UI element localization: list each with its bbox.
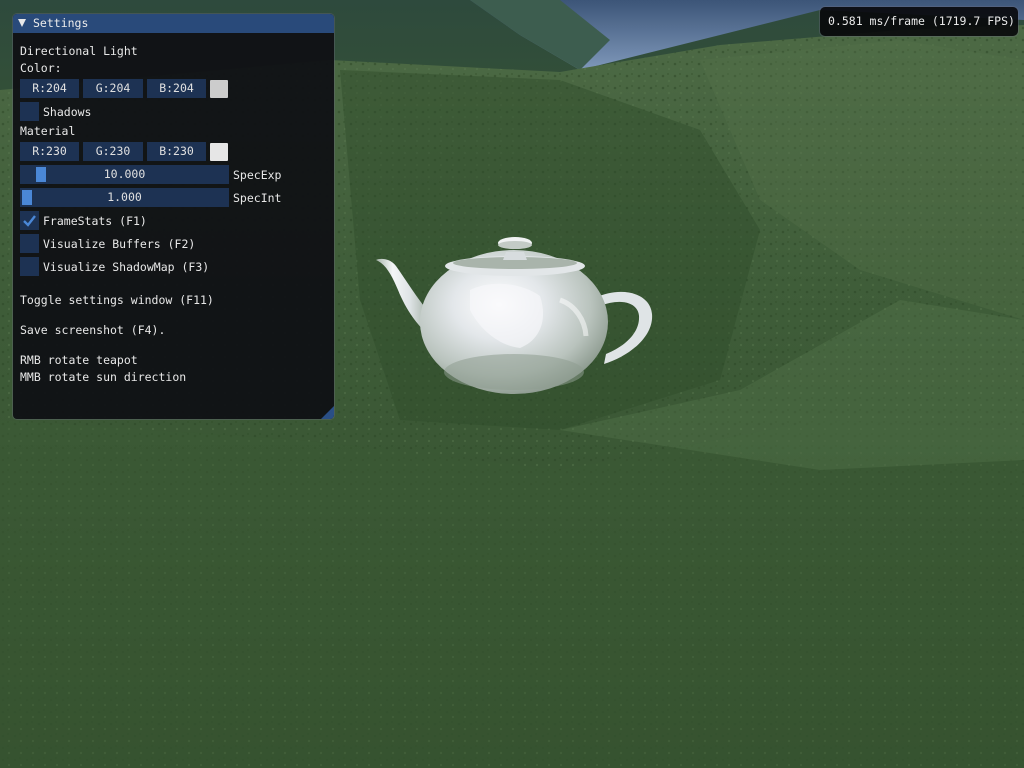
spec-exp-slider[interactable]: 10.000 [20, 165, 229, 184]
material-color-blue-drag[interactable]: B:230 [147, 142, 206, 161]
light-color-green-drag[interactable]: G:204 [83, 79, 143, 98]
shadows-label: Shadows [43, 105, 92, 119]
visualize-buffers-label: Visualize Buffers (F2) [43, 237, 196, 251]
spec-exp-label: SpecExp [233, 168, 282, 182]
frame-stats-text: 0.581 ms/frame (1719.7 FPS) [828, 14, 1015, 28]
framestats-label: FrameStats (F1) [43, 214, 147, 228]
light-color-blue-drag[interactable]: B:204 [147, 79, 206, 98]
slider-grab-handle[interactable] [36, 167, 46, 182]
shadows-checkbox[interactable] [20, 102, 39, 121]
mmb-help: MMB rotate sun direction [20, 370, 187, 384]
frame-stats-overlay: 0.581 ms/frame (1719.7 FPS) [820, 7, 1018, 36]
spec-exp-value: 10.000 [103, 167, 146, 181]
visualize-buffers-checkbox[interactable] [20, 234, 39, 253]
material-heading: Material [20, 124, 76, 138]
visualize-shadowmap-checkbox[interactable] [20, 257, 39, 276]
resize-grip-icon[interactable] [321, 406, 334, 419]
light-color-red-drag[interactable]: R:204 [20, 79, 79, 98]
material-color-green-drag[interactable]: G:230 [83, 142, 143, 161]
spec-int-value: 1.000 [107, 190, 142, 204]
material-color-swatch[interactable] [210, 143, 228, 161]
slider-grab-handle[interactable] [22, 190, 32, 205]
spec-int-label: SpecInt [233, 191, 282, 205]
window-title: Settings [33, 16, 89, 30]
directional-light-heading: Directional Light [20, 44, 138, 58]
material-color-red-drag[interactable]: R:230 [20, 142, 79, 161]
light-color-label: Color: [20, 61, 62, 75]
settings-window: Settings Directional Light Color: R:204 … [13, 14, 334, 419]
save-screenshot-help: Save screenshot (F4). [20, 323, 166, 337]
spec-int-slider[interactable]: 1.000 [20, 188, 229, 207]
framestats-checkbox[interactable] [20, 211, 39, 230]
settings-title-bar[interactable]: Settings [13, 14, 334, 33]
rmb-help: RMB rotate teapot [20, 353, 138, 367]
collapse-triangle-icon[interactable] [18, 19, 26, 27]
light-color-swatch[interactable] [210, 80, 228, 98]
checkmark-icon [23, 215, 36, 227]
visualize-shadowmap-label: Visualize ShadowMap (F3) [43, 260, 210, 274]
toggle-settings-help: Toggle settings window (F11) [20, 293, 214, 307]
